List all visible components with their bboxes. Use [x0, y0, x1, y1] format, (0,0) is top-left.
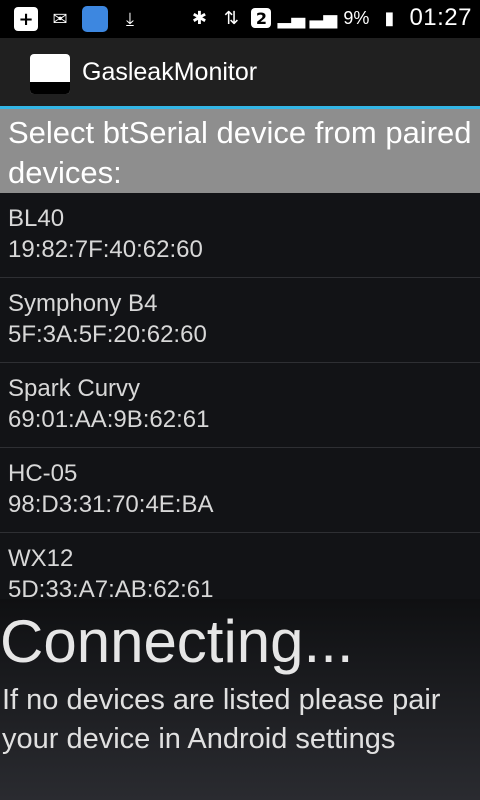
signal-icon: ▂▄	[277, 7, 306, 29]
device-address: 19:82:7F:40:62:60	[8, 236, 203, 263]
device-name: HC-05	[8, 460, 78, 487]
device-name: Symphony B4	[8, 290, 158, 317]
list-item[interactable]: Spark Curvy 69:01:AA:9B:62:61	[0, 363, 480, 448]
connection-panel: Connecting... If no devices are listed p…	[0, 599, 480, 800]
signal-icon: ▃▅	[309, 7, 338, 29]
status-bar: + ✉ ⤓ ✱ ⇅ 2 ▂▄ ▃▅ 9% ▮ 01:27	[0, 0, 480, 38]
device-name: WX12	[8, 545, 74, 572]
connection-status: Connecting...	[0, 608, 354, 675]
list-item[interactable]: BL40 19:82:7F:40:62:60	[0, 193, 480, 278]
mail-icon: ✉	[52, 8, 68, 30]
device-list-header: Select btSerial device from paired devic…	[0, 109, 480, 193]
app-logo-icon	[30, 54, 70, 94]
status-time: 01:27	[409, 4, 472, 31]
device-address: 5F:3A:5F:20:62:60	[8, 321, 207, 348]
battery-icon: ▮	[384, 7, 395, 29]
device-name: Spark Curvy	[8, 375, 141, 402]
device-name: BL40	[8, 205, 65, 232]
plus-icon: +	[14, 7, 38, 31]
data-arrows-icon: ⇅	[223, 7, 239, 29]
list-item[interactable]: WX12 5D:33:A7:AB:62:61	[0, 533, 480, 599]
signal-badge: 2	[251, 8, 272, 28]
download-icon: ⤓	[126, 8, 134, 30]
search-icon	[82, 6, 108, 32]
bluetooth-icon: ✱	[191, 7, 207, 29]
paired-device-list[interactable]: BL40 19:82:7F:40:62:60 Symphony B4 5F:3A…	[0, 193, 480, 599]
action-bar: GasleakMonitor	[0, 38, 480, 108]
pairing-hint: If no devices are listed please pair you…	[2, 684, 441, 755]
device-address: 5D:33:A7:AB:62:61	[8, 576, 214, 599]
battery-percent: 9%	[343, 7, 370, 28]
list-item[interactable]: HC-05 98:D3:31:70:4E:BA	[0, 448, 480, 533]
app-title: GasleakMonitor	[82, 58, 258, 86]
device-address: 69:01:AA:9B:62:61	[8, 406, 210, 433]
device-address: 98:D3:31:70:4E:BA	[8, 491, 214, 518]
list-item[interactable]: Symphony B4 5F:3A:5F:20:62:60	[0, 278, 480, 363]
